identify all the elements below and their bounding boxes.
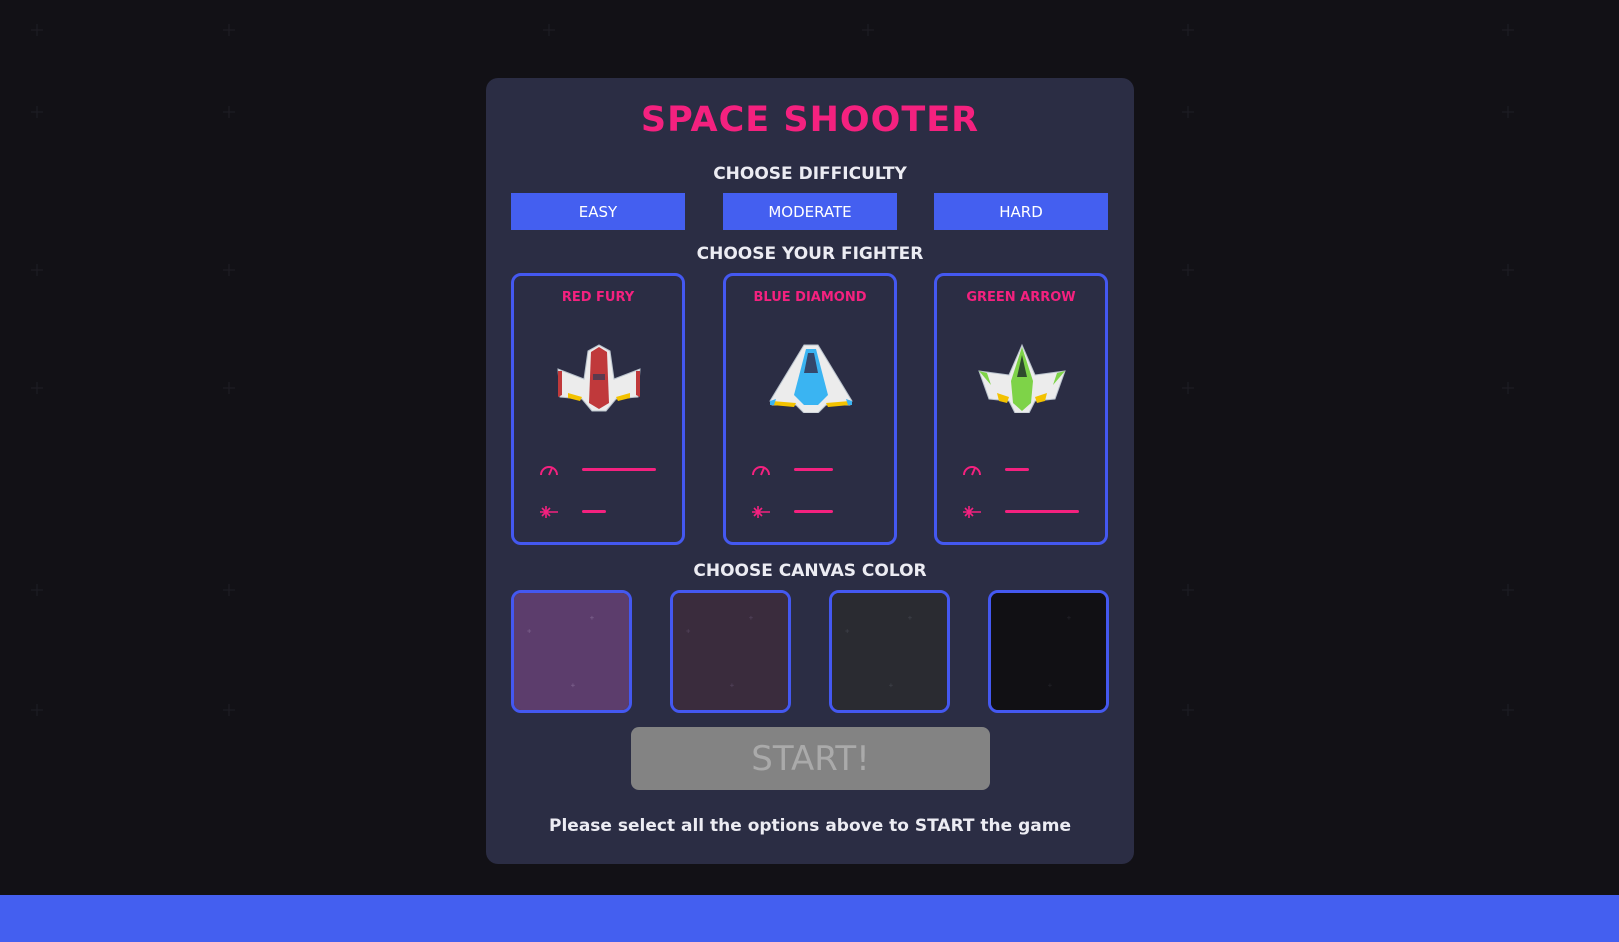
firepower-bar xyxy=(1005,510,1079,513)
canvas-color-option-black[interactable] xyxy=(988,590,1109,713)
blue-fighter-ship-icon xyxy=(769,344,853,413)
start-hint-text: Please select all the options above to S… xyxy=(549,816,1071,836)
speed-bar xyxy=(582,468,656,471)
speedometer-icon xyxy=(540,466,558,476)
speedometer-icon xyxy=(963,466,981,476)
start-button[interactable]: START! xyxy=(631,727,990,790)
speed-bar xyxy=(1005,468,1029,471)
difficulty-easy-button[interactable]: EASY xyxy=(511,193,685,230)
firepower-bar xyxy=(582,510,606,513)
canvas-color-heading: CHOOSE CANVAS COLOR xyxy=(693,561,927,581)
fighter-card-green-arrow[interactable]: GREEN ARROW xyxy=(934,273,1108,545)
difficulty-heading: CHOOSE DIFFICULTY xyxy=(713,164,907,184)
laser-icon xyxy=(752,506,770,518)
fighter-card-blue-diamond[interactable]: BLUE DIAMOND xyxy=(723,273,897,545)
speed-bar xyxy=(794,468,833,471)
difficulty-hard-button[interactable]: HARD xyxy=(934,193,1108,230)
fighter-name: BLUE DIAMOND xyxy=(753,290,867,305)
game-setup-panel: SPACE SHOOTER CHOOSE DIFFICULTY EASY MOD… xyxy=(486,78,1134,864)
fighter-name: GREEN ARROW xyxy=(966,290,1076,305)
speedometer-icon xyxy=(752,466,770,476)
canvas-color-option-purple[interactable] xyxy=(511,590,632,713)
firepower-bar xyxy=(794,510,833,513)
green-fighter-ship-icon xyxy=(978,343,1066,413)
red-fighter-ship-icon xyxy=(557,344,641,412)
canvas-color-option-plum[interactable] xyxy=(670,590,791,713)
difficulty-moderate-button[interactable]: MODERATE xyxy=(723,193,897,230)
fighter-card-red-fury[interactable]: RED FURY xyxy=(511,273,685,545)
laser-icon xyxy=(963,506,981,518)
game-title: SPACE SHOOTER xyxy=(640,100,980,140)
canvas-color-option-slate[interactable] xyxy=(829,590,950,713)
fighter-name: RED FURY xyxy=(561,290,635,305)
fighter-heading: CHOOSE YOUR FIGHTER xyxy=(696,244,924,264)
bottom-bar xyxy=(0,895,1619,942)
laser-icon xyxy=(540,506,558,518)
